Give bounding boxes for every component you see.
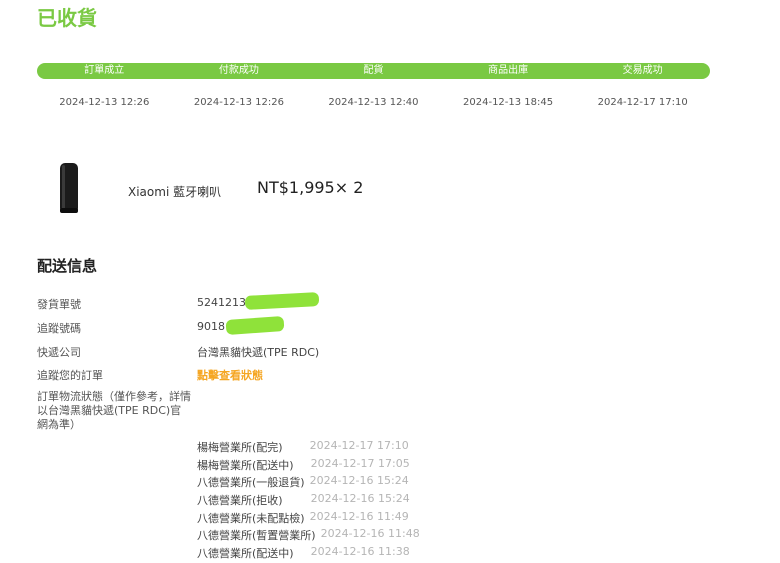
progress-step-completed: 交易成功 <box>622 65 663 76</box>
event-location: 楊梅營業所(配完) <box>197 441 283 454</box>
event-location: 楊梅營業所(配送中) <box>197 458 294 472</box>
redaction-mark <box>244 292 320 310</box>
progress-step-shipped: 商品出庫 <box>488 65 529 76</box>
step-time: 2024-12-13 18:45 <box>463 97 554 108</box>
event-time: 2024-12-16 15:24 <box>309 474 409 488</box>
step-time: 2024-12-13 12:26 <box>59 97 150 108</box>
shipping-section-title: 配送信息 <box>37 257 98 275</box>
courier-value: 台灣黑貓快遞(TPE RDC) <box>197 346 320 359</box>
tracking-label: 追蹤號碼 <box>37 322 81 335</box>
event-time: 2024-12-17 17:10 <box>309 439 409 452</box>
progress-timestamps: 2024-12-13 12:26 2024-12-13 12:26 2024-1… <box>37 97 710 108</box>
product-name[interactable]: Xiaomi 藍牙喇叭 <box>128 183 221 200</box>
tracking-value: 9018 <box>197 320 225 333</box>
event-time: 2024-12-16 11:49 <box>309 509 409 523</box>
progress-step-order-created: 訂單成立 <box>84 65 125 76</box>
track-order-label: 追蹤您的訂單 <box>37 369 103 382</box>
list-item: 八德營業所(未配點檢) 2024-12-16 11:49 <box>197 510 420 528</box>
redaction-mark <box>225 315 285 336</box>
list-item: 八德營業所(拒收) 2024-12-16 15:24 <box>197 492 420 510</box>
list-item: 八德營業所(配送中) 2024-12-16 11:38 <box>197 545 420 563</box>
event-location: 八德營業所(配送中) <box>197 547 294 561</box>
track-status-link[interactable]: 點擊查看狀態 <box>197 367 263 383</box>
speaker-image <box>60 163 78 213</box>
event-time: 2024-12-16 11:38 <box>310 545 410 559</box>
event-location: 八德營業所(未配點檢) <box>197 511 305 525</box>
progress-step-picking: 配貨 <box>363 65 384 76</box>
progress-step-payment: 付款成功 <box>218 65 259 76</box>
list-item: 八德營業所(暫置營業所) 2024-12-16 11:48 <box>197 527 420 545</box>
event-time: 2024-12-17 17:05 <box>310 456 410 470</box>
event-location: 八德營業所(一般退貨) <box>197 476 305 490</box>
logistics-status-label: 訂單物流狀態（僅作參考，詳情以台灣黑貓快遞(TPE RDC)官網為準） <box>37 390 191 431</box>
list-item: 楊梅營業所(配送中) 2024-12-17 17:05 <box>197 457 420 475</box>
step-time: 2024-12-13 12:26 <box>193 97 284 108</box>
list-item: 楊梅營業所(配完) 2024-12-17 17:10 <box>197 439 420 457</box>
product-row: Xiaomi 藍牙喇叭 NT$1,995× 2 <box>37 158 637 220</box>
event-time: 2024-12-16 11:48 <box>320 527 420 541</box>
logistics-event-list: 楊梅營業所(配完) 2024-12-17 17:10 楊梅營業所(配送中) 20… <box>197 439 420 563</box>
event-location: 八德營業所(暫置營業所) <box>197 529 316 543</box>
step-time: 2024-12-13 12:40 <box>328 97 419 108</box>
courier-label: 快遞公司 <box>37 346 81 359</box>
event-location: 八德營業所(拒收) <box>197 494 283 508</box>
product-price: NT$1,995× 2 <box>257 178 364 197</box>
invoice-label: 發貨單號 <box>37 298 81 311</box>
event-time: 2024-12-16 15:24 <box>310 492 410 506</box>
list-item: 八德營業所(一般退貨) 2024-12-16 15:24 <box>197 474 420 492</box>
order-status-title: 已收貨 <box>37 6 97 30</box>
step-time: 2024-12-17 17:10 <box>597 97 688 108</box>
order-progress-bar: 訂單成立 付款成功 配貨 商品出庫 交易成功 <box>37 63 710 79</box>
